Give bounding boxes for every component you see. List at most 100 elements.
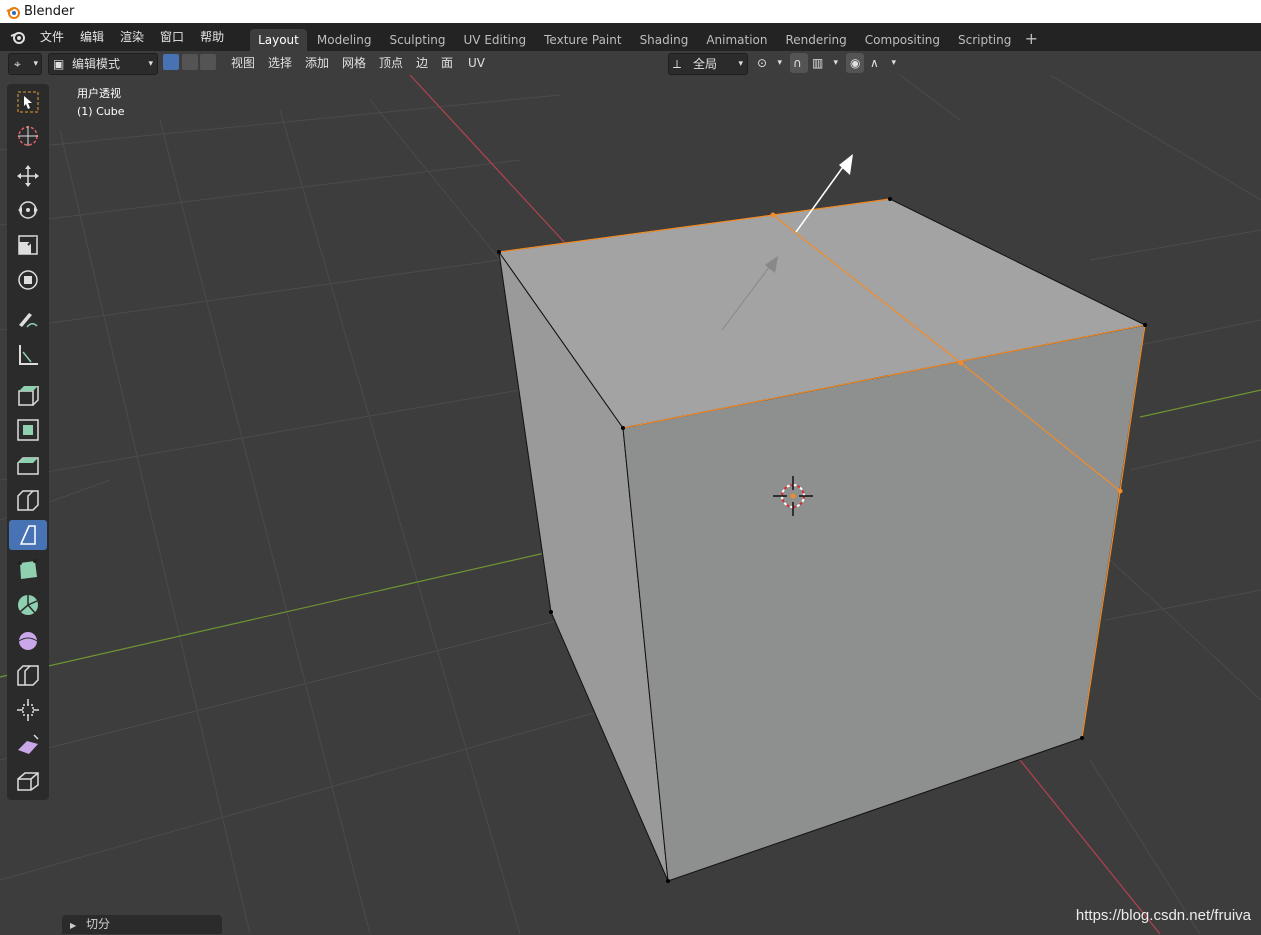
menu-edge[interactable]: 边 (416, 53, 428, 73)
smooth-icon (18, 632, 38, 650)
tab-compositing[interactable]: Compositing (857, 29, 948, 51)
cursor-icon (18, 126, 38, 146)
shrink-fatten-icon (17, 699, 39, 721)
tab-uv-editing[interactable]: UV Editing (456, 29, 535, 51)
snap-increment-icon: ▥ (812, 56, 824, 70)
scale-icon (18, 235, 38, 255)
annotate-icon (19, 313, 38, 328)
tab-animation[interactable]: Animation (698, 29, 775, 51)
falloff-curve-icon: ∧ (870, 56, 879, 70)
edge-select-mode-button[interactable] (182, 54, 198, 70)
tool-scale[interactable] (9, 230, 47, 260)
mode-label: 编辑模式 (72, 57, 121, 71)
proportional-edit-toggle[interactable]: ◉ (846, 53, 864, 73)
tool-move[interactable] (9, 161, 47, 191)
editor-type-icon: ⌖ (14, 57, 21, 71)
tab-sculpting[interactable]: Sculpting (381, 29, 453, 51)
move-icon (17, 165, 39, 187)
menu-mesh[interactable]: 网格 (342, 53, 366, 73)
chevron-down-icon: ▾ (33, 59, 38, 69)
tool-rotate[interactable] (9, 195, 47, 225)
viewport-3d[interactable] (0, 51, 1261, 934)
tool-smooth[interactable] (9, 625, 47, 655)
watermark-text: https://blog.csdn.net/fruiva (1075, 907, 1251, 924)
menu-add[interactable]: 添加 (305, 53, 329, 73)
menu-select[interactable]: 选择 (268, 53, 292, 73)
falloff-dropdown[interactable]: ∧ ▾ (868, 53, 898, 73)
edge-slide-icon (17, 665, 39, 686)
tab-scripting[interactable]: Scripting (950, 29, 1019, 51)
chevron-down-icon: ▾ (777, 58, 782, 68)
edit-mode-icon: ▣ (53, 57, 65, 71)
proportional-edit-icon: ◉ (850, 56, 861, 70)
add-workspace-icon[interactable]: + (1021, 29, 1041, 51)
tool-poly-build[interactable] (9, 555, 47, 585)
top-bar: 文件 编辑 渲染 窗口 帮助 Layout Modeling Sculpting… (0, 23, 1261, 51)
rip-region-icon (17, 772, 39, 791)
tool-bevel[interactable] (9, 450, 47, 480)
menu-edit[interactable]: 编辑 (72, 23, 112, 51)
object-name-label: (1) Cube (77, 105, 125, 118)
shear-icon (18, 734, 39, 754)
blender-logo-icon (6, 6, 20, 19)
chevron-down-icon: ▾ (738, 59, 743, 69)
last-operator-panel[interactable]: ▶ 切分 (62, 915, 222, 934)
chevron-down-icon: ▾ (891, 58, 896, 68)
tool-edge-slide[interactable] (9, 660, 47, 690)
tool-shelf (7, 84, 49, 800)
chevron-down-icon: ▾ (833, 58, 838, 68)
chevron-down-icon: ▾ (148, 59, 153, 69)
menu-render[interactable]: 渲染 (112, 23, 152, 51)
tab-layout[interactable]: Layout (250, 29, 307, 51)
menu-view[interactable]: 视图 (231, 53, 255, 73)
tab-shading[interactable]: Shading (632, 29, 697, 51)
menu-file[interactable]: 文件 (32, 23, 72, 51)
select-box-icon (17, 91, 39, 113)
tool-transform[interactable] (9, 265, 47, 295)
vertex-select-mode-button[interactable] (163, 54, 179, 70)
extrude-icon (18, 386, 39, 406)
window-title: Blender (24, 4, 75, 19)
editor-type-dropdown[interactable]: ⌖ ▾ (8, 53, 42, 75)
face-select-mode-button[interactable] (200, 54, 216, 70)
tool-loop-cut[interactable] (9, 485, 47, 515)
pivot-point-dropdown[interactable]: ⊙ ▾ (754, 53, 784, 73)
orientation-icon: ⟂ (673, 57, 682, 71)
expand-triangle-icon: ▶ (70, 921, 77, 930)
tool-extrude[interactable] (9, 380, 47, 410)
tool-cursor[interactable] (9, 121, 47, 151)
operator-label: 切分 (85, 917, 110, 931)
pivot-icon: ⊙ (757, 56, 768, 70)
tool-spin[interactable] (9, 590, 47, 620)
menu-help[interactable]: 帮助 (192, 23, 232, 51)
tab-texture-paint[interactable]: Texture Paint (536, 29, 629, 51)
tab-modeling[interactable]: Modeling (309, 29, 380, 51)
window-titlebar: Blender (0, 0, 1261, 23)
blender-menu-icon[interactable] (10, 29, 26, 45)
poly-build-icon (18, 559, 37, 579)
menu-window[interactable]: 窗口 (152, 23, 192, 51)
bevel-icon (17, 457, 39, 475)
snap-target-dropdown[interactable]: ▥ ▾ (810, 53, 840, 73)
tab-rendering[interactable]: Rendering (778, 29, 855, 51)
transform-orientation-dropdown[interactable]: ⟂ 全局 ▾ (668, 53, 748, 75)
mode-dropdown[interactable]: ▣ 编辑模式 ▾ (48, 53, 158, 75)
tool-inset[interactable] (9, 415, 47, 445)
menu-vertex[interactable]: 顶点 (379, 53, 403, 73)
tool-knife[interactable] (9, 520, 47, 550)
snap-toggle[interactable]: ∩ (790, 53, 808, 73)
loop-cut-icon (17, 490, 39, 511)
tool-shrink-fatten[interactable] (9, 695, 47, 725)
tool-measure[interactable] (9, 340, 47, 370)
tool-select-box[interactable] (9, 87, 47, 117)
menu-uv[interactable]: UV (468, 53, 485, 73)
tool-rip-region[interactable] (9, 765, 47, 795)
menu-face[interactable]: 面 (441, 53, 453, 73)
rotate-icon (18, 201, 38, 219)
transform-icon (18, 270, 38, 290)
measure-icon (19, 345, 38, 365)
tool-annotate[interactable] (9, 305, 47, 335)
view-name-label: 用户透视 (77, 87, 121, 100)
tool-shear[interactable] (9, 730, 47, 760)
magnet-icon: ∩ (793, 56, 802, 70)
